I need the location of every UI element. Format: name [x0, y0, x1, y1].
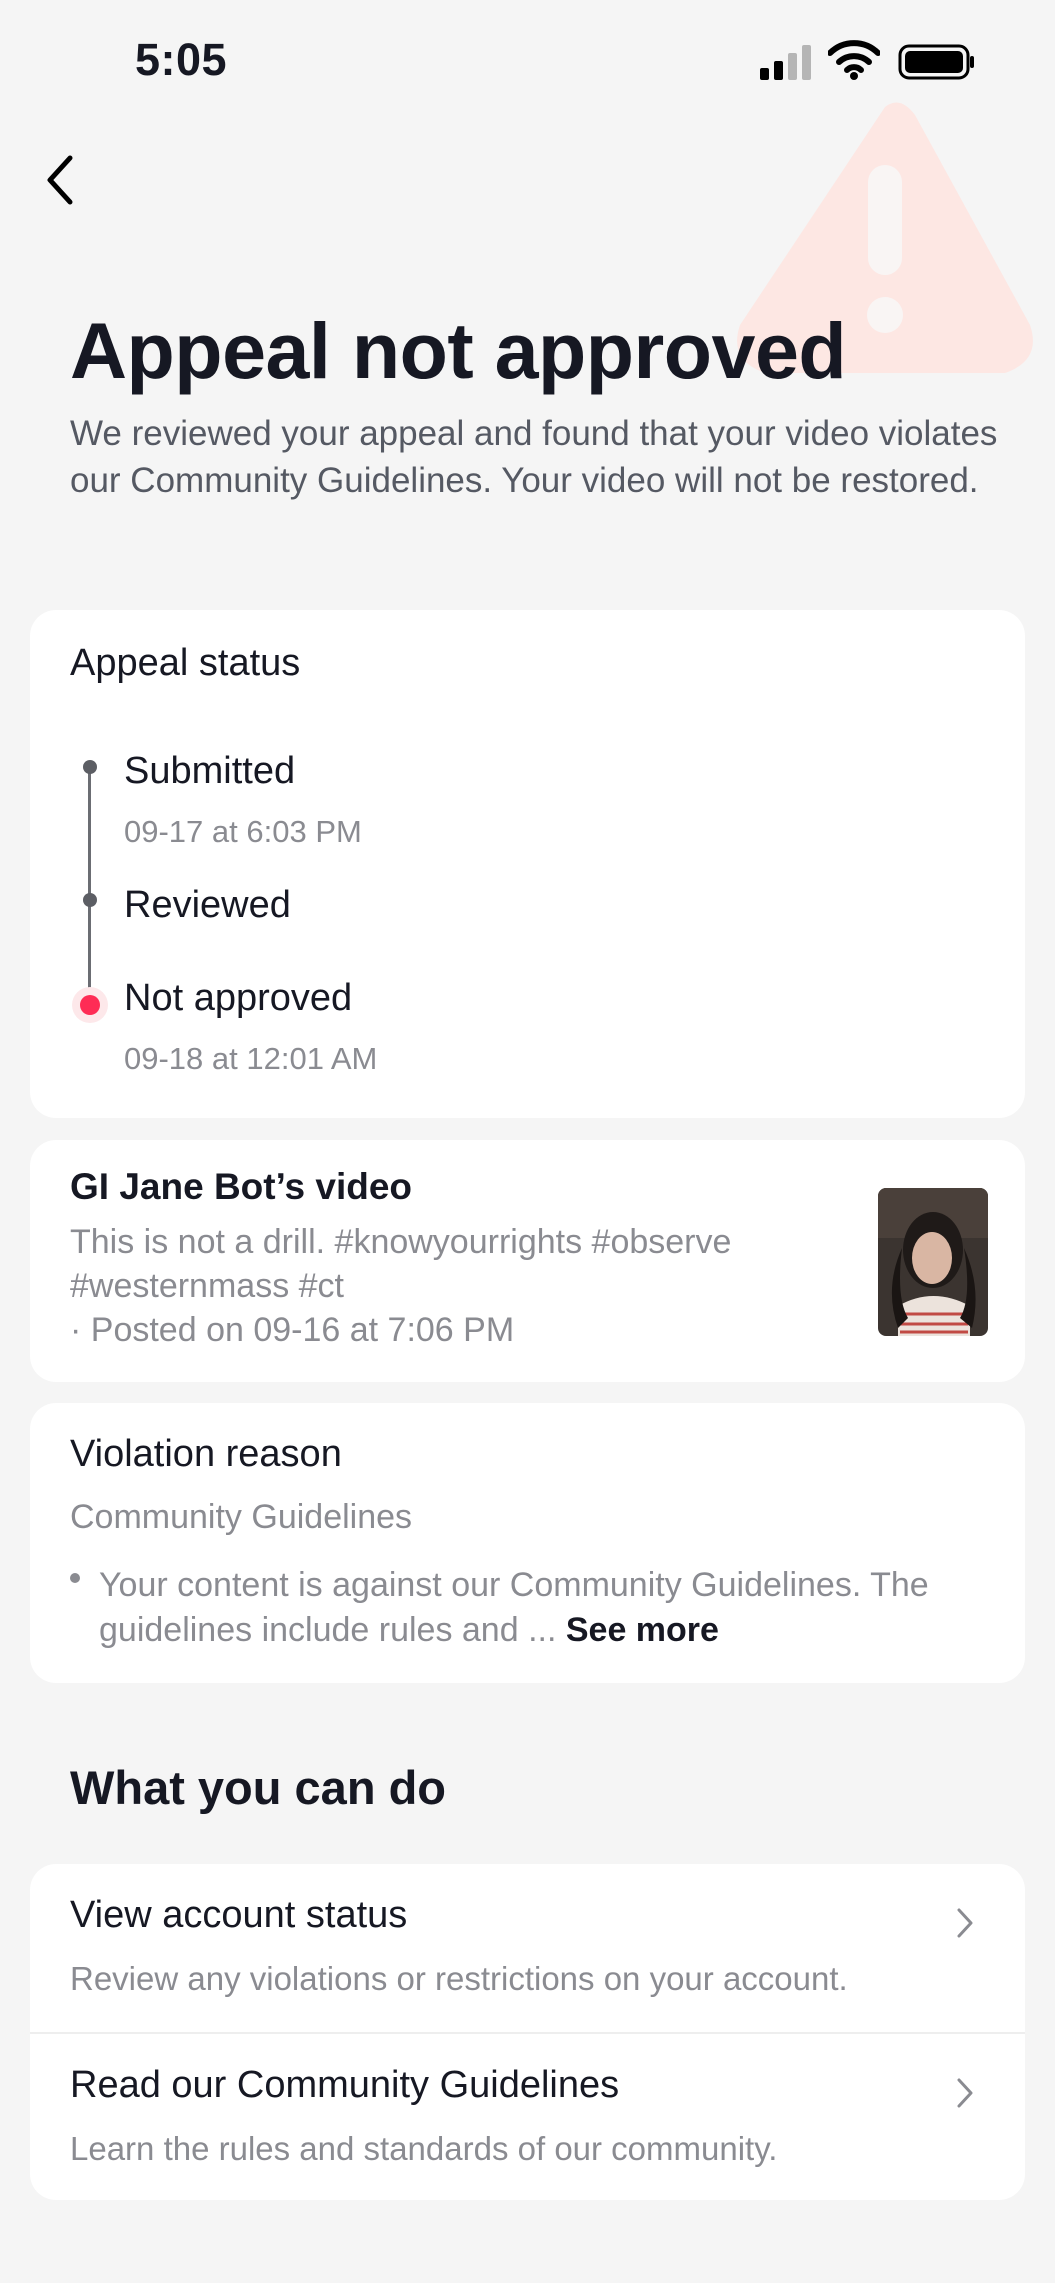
action-title: View account status — [70, 1894, 408, 1936]
timeline-dot-submitted — [83, 760, 97, 774]
cellular-signal-icon — [760, 45, 811, 80]
action-title: Read our Community Guidelines — [70, 2064, 620, 2106]
timeline-step-time: 09-17 at 6:03 PM — [124, 814, 362, 849]
video-card[interactable]: GI Jane Bot’s video This is not a drill.… — [30, 1140, 1025, 1382]
bullet-dot — [70, 1573, 80, 1583]
back-chevron-icon[interactable] — [40, 150, 80, 210]
chevron-right-icon — [957, 2078, 973, 2108]
violation-detail: Your content is against our Community Gu… — [99, 1563, 979, 1653]
page-subtitle: We reviewed your appeal and found that y… — [70, 414, 998, 500]
section-title: What you can do — [70, 1761, 446, 1814]
action-description: Learn the rules and standards of our com… — [70, 2130, 778, 2167]
violation-title: Violation reason — [70, 1433, 342, 1475]
video-posted-date: · Posted on 09-16 at 7:06 PM — [70, 1311, 515, 1349]
appeal-status-title: Appeal status — [70, 642, 301, 684]
violation-reason-card: Violation reason Community Guidelines Yo… — [30, 1403, 1025, 1683]
status-time: 5:05 — [135, 34, 228, 85]
video-description: This is not a drill. #knowyourrights #ob… — [70, 1220, 870, 1352]
wifi-icon — [828, 40, 880, 80]
timeline-step-label: Not approved — [124, 977, 353, 1019]
page-title: Appeal not approved — [70, 306, 847, 395]
timeline-step-label: Submitted — [124, 750, 296, 792]
battery-icon — [898, 44, 974, 80]
see-more-link[interactable]: See more — [566, 1611, 719, 1649]
video-caption: This is not a drill. #knowyourrights #ob… — [70, 1223, 732, 1305]
chevron-right-icon — [957, 1908, 973, 1938]
actions-card: View account status Review any violation… — [30, 1864, 1025, 2200]
timeline-dot-not-approved — [80, 995, 100, 1015]
appeal-status-card: Appeal status Submitted 09-17 at 6:03 PM… — [30, 610, 1025, 1118]
timeline-dot-reviewed — [83, 893, 97, 907]
violation-detail-text: Your content is against our Community Gu… — [99, 1566, 929, 1649]
read-community-guidelines-row[interactable]: Read our Community Guidelines Learn the … — [30, 2034, 1025, 2202]
video-thumbnail[interactable] — [878, 1188, 988, 1336]
timeline-step-time: 09-18 at 12:01 AM — [124, 1041, 378, 1076]
timeline-line — [88, 765, 91, 995]
video-title: GI Jane Bot’s video — [70, 1166, 412, 1207]
view-account-status-row[interactable]: View account status Review any violation… — [30, 1864, 1025, 2034]
action-description: Review any violations or restrictions on… — [70, 1960, 848, 1997]
violation-category: Community Guidelines — [70, 1498, 413, 1536]
timeline-step-label: Reviewed — [124, 884, 291, 926]
